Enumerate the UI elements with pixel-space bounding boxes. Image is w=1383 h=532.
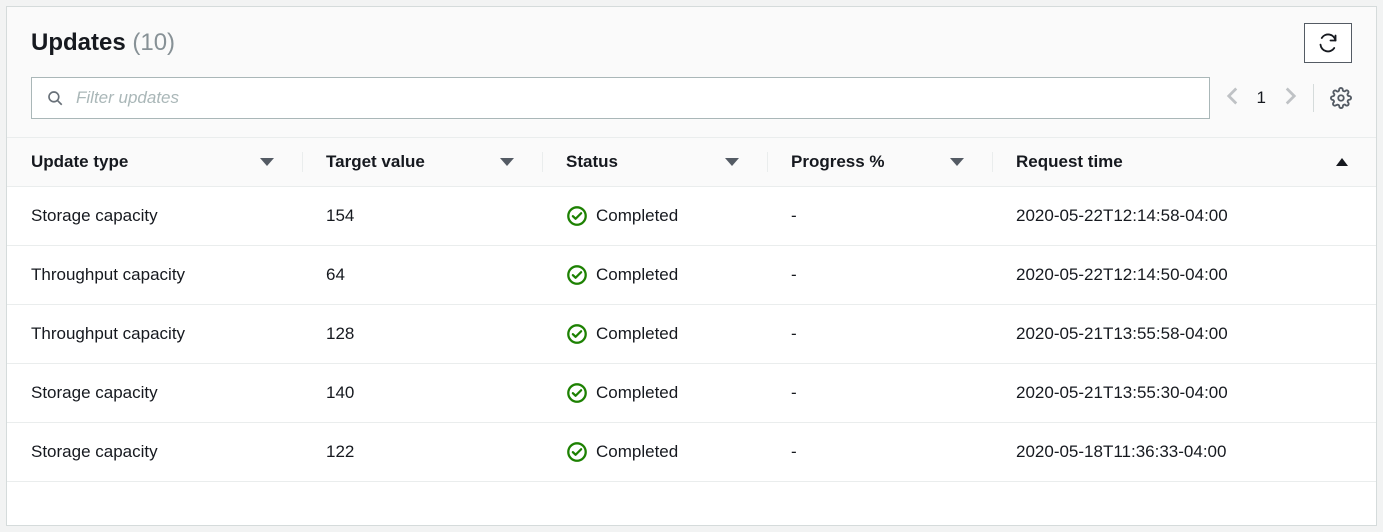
table-row: Storage capacity122 Completed -2020-05-18T…	[7, 423, 1376, 482]
check-circle-icon	[566, 441, 588, 463]
cell-update-type: Throughput capacity	[7, 246, 302, 305]
sort-desc-icon	[950, 158, 964, 166]
cell-progress: -	[767, 423, 992, 482]
column-header-request-time[interactable]: Request time	[992, 138, 1376, 187]
check-circle-icon	[566, 264, 588, 286]
settings-button[interactable]	[1330, 87, 1352, 109]
column-label: Update type	[31, 152, 128, 172]
page-number: 1	[1257, 88, 1266, 108]
cell-target-value: 140	[302, 364, 542, 423]
cell-target-value: 64	[302, 246, 542, 305]
cell-status: Completed	[542, 364, 767, 423]
search-box[interactable]	[31, 77, 1210, 119]
toolbar-divider	[1313, 84, 1314, 112]
cell-progress: -	[767, 246, 992, 305]
cell-progress: -	[767, 364, 992, 423]
column-label: Request time	[1016, 152, 1123, 172]
status-text: Completed	[596, 324, 678, 344]
cell-request-time: 2020-05-21T13:55:30-04:00	[992, 364, 1376, 423]
cell-progress: -	[767, 187, 992, 246]
panel-header: Updates (10)	[7, 7, 1376, 67]
chevron-right-icon	[1284, 86, 1297, 106]
cell-update-type: Throughput capacity	[7, 305, 302, 364]
sort-desc-icon	[260, 158, 274, 166]
check-circle-icon	[566, 205, 588, 227]
cell-target-value: 122	[302, 423, 542, 482]
table-row: Throughput capacity128 Completed -2020-05-…	[7, 305, 1376, 364]
cell-request-time: 2020-05-21T13:55:58-04:00	[992, 305, 1376, 364]
chevron-left-icon	[1226, 86, 1239, 106]
search-input[interactable]	[74, 87, 1195, 109]
status-text: Completed	[596, 442, 678, 462]
table-row: Storage capacity154 Completed -2020-05-22T…	[7, 187, 1376, 246]
sort-desc-icon	[500, 158, 514, 166]
column-header-status[interactable]: Status	[542, 138, 767, 187]
sort-asc-icon	[1336, 158, 1348, 166]
column-header-progress[interactable]: Progress %	[767, 138, 992, 187]
table-row: Throughput capacity64 Completed -2020-05-2…	[7, 246, 1376, 305]
cell-update-type: Storage capacity	[7, 423, 302, 482]
status-text: Completed	[596, 265, 678, 285]
cell-status: Completed	[542, 423, 767, 482]
updates-panel: Updates (10) 1	[6, 6, 1377, 526]
refresh-button[interactable]	[1304, 23, 1352, 63]
refresh-icon	[1318, 33, 1338, 53]
check-circle-icon	[566, 323, 588, 345]
cell-update-type: Storage capacity	[7, 187, 302, 246]
cell-progress: -	[767, 305, 992, 364]
status-text: Completed	[596, 383, 678, 403]
column-label: Status	[566, 152, 618, 172]
status-text: Completed	[596, 206, 678, 226]
cell-target-value: 128	[302, 305, 542, 364]
panel-title: Updates (10)	[31, 29, 175, 57]
column-label: Target value	[326, 152, 425, 172]
check-circle-icon	[566, 382, 588, 404]
cell-update-type: Storage capacity	[7, 364, 302, 423]
next-page-button[interactable]	[1284, 86, 1297, 111]
search-icon	[46, 89, 64, 107]
prev-page-button[interactable]	[1226, 86, 1239, 111]
title-text: Updates	[31, 29, 126, 56]
toolbar: 1	[7, 67, 1376, 137]
gear-icon	[1330, 87, 1352, 109]
column-label: Progress %	[791, 152, 885, 172]
column-header-type[interactable]: Update type	[7, 138, 302, 187]
cell-request-time: 2020-05-22T12:14:58-04:00	[992, 187, 1376, 246]
cell-target-value: 154	[302, 187, 542, 246]
updates-table: Update type Target value Status	[7, 137, 1376, 482]
column-header-target[interactable]: Target value	[302, 138, 542, 187]
cell-status: Completed	[542, 246, 767, 305]
cell-status: Completed	[542, 305, 767, 364]
pagination: 1	[1226, 86, 1297, 111]
table-row: Storage capacity140 Completed -2020-05-21T…	[7, 364, 1376, 423]
sort-desc-icon	[725, 158, 739, 166]
title-count: (10)	[132, 29, 175, 56]
cell-status: Completed	[542, 187, 767, 246]
cell-request-time: 2020-05-22T12:14:50-04:00	[992, 246, 1376, 305]
cell-request-time: 2020-05-18T11:36:33-04:00	[992, 423, 1376, 482]
